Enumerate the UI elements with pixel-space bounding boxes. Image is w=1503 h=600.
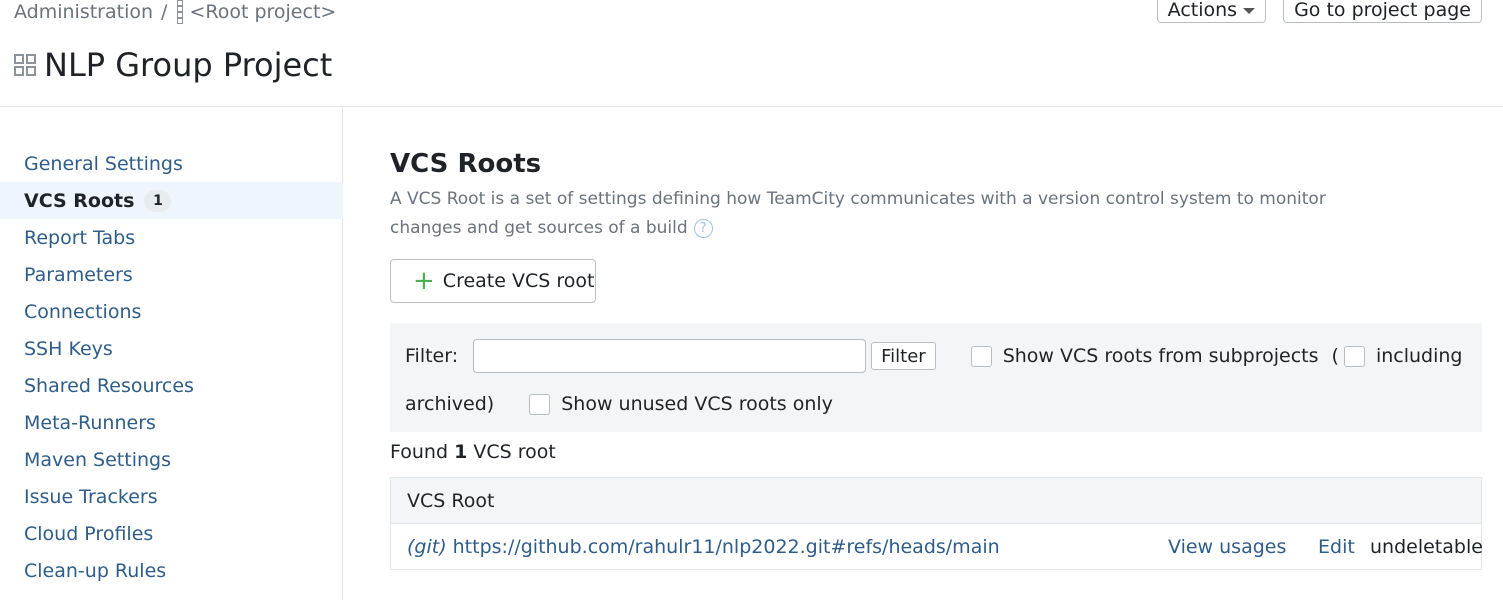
sidebar-item-label: Cloud Profiles <box>24 522 154 545</box>
filter-input[interactable] <box>473 339 867 373</box>
sidebar-item-label: Issue Trackers <box>24 485 158 508</box>
open-paren: ( <box>1331 345 1339 367</box>
unused-only-checkbox[interactable] <box>529 393 551 415</box>
found-suffix: VCS root <box>473 441 556 463</box>
sidebar: General Settings VCS Roots 1 Report Tabs… <box>0 107 343 600</box>
sidebar-item-label: Clean-up Rules <box>24 559 167 582</box>
page-title: NLP Group Project <box>14 46 332 84</box>
found-prefix: Found <box>390 441 449 463</box>
sidebar-item-label: Parameters <box>24 263 133 286</box>
view-usages-link[interactable]: View usages <box>1168 524 1286 569</box>
sidebar-item-cloud-profiles[interactable]: Cloud Profiles <box>0 515 343 552</box>
show-subprojects-label: Show VCS roots from subprojects <box>1002 345 1319 367</box>
project-grid-icon <box>14 54 36 76</box>
header-actions: Actions Go to project page <box>1156 0 1482 23</box>
sidebar-item-connections[interactable]: Connections <box>0 293 343 330</box>
breadcrumb-root-project[interactable]: <Root project> <box>189 1 336 23</box>
sidebar-item-label: Meta-Runners <box>24 411 156 434</box>
undeletable-status: undeletable <box>1370 535 1483 558</box>
help-icon[interactable]: ? <box>693 218 713 238</box>
sidebar-item-ssh-keys[interactable]: SSH Keys <box>0 330 343 367</box>
sidebar-item-label: Maven Settings <box>24 448 171 471</box>
archived-label: archived) <box>405 393 495 415</box>
vcs-root-cell: (git) https://github.com/rahulr11/nlp202… <box>407 524 1000 569</box>
filter-row-2: archived) Show unused VCS roots only <box>405 387 833 421</box>
filter-button[interactable]: Filter <box>871 342 936 370</box>
unused-only-label: Show unused VCS roots only <box>561 393 833 415</box>
including-archived-checkbox[interactable] <box>1343 345 1365 367</box>
vcs-roots-table: VCS Root (git) https://github.com/rahulr… <box>390 477 1483 570</box>
sidebar-item-label: Connections <box>24 300 142 323</box>
found-number: 1 <box>454 441 468 463</box>
sidebar-item-meta-runners[interactable]: Meta-Runners <box>0 404 343 441</box>
sidebar-item-clean-up-rules[interactable]: Clean-up Rules <box>0 552 343 589</box>
table-header: VCS Root <box>391 478 1481 524</box>
filter-panel: Filter: Filter Show VCS roots from subpr… <box>390 323 1482 432</box>
description-text: A VCS Root is a set of settings defining… <box>390 189 1326 238</box>
sidebar-item-label: Shared Resources <box>24 374 194 397</box>
go-to-project-page-button[interactable]: Go to project page <box>1283 0 1482 23</box>
create-vcs-root-label: Create VCS root <box>442 270 595 292</box>
sidebar-item-parameters[interactable]: Parameters <box>0 256 343 293</box>
project-grid-icon <box>177 0 184 24</box>
sidebar-item-report-tabs[interactable]: Report Tabs <box>0 219 343 256</box>
filter-label: Filter: <box>405 345 459 367</box>
section-description: A VCS Root is a set of settings defining… <box>390 185 1370 243</box>
sidebar-item-maven-settings[interactable]: Maven Settings <box>0 441 343 478</box>
section-title: VCS Roots <box>390 149 542 179</box>
sidebar-item-shared-resources[interactable]: Shared Resources <box>0 367 343 404</box>
count-badge: 1 <box>144 189 172 212</box>
actions-dropdown[interactable]: Actions <box>1156 0 1267 23</box>
filter-row: Filter: Filter Show VCS roots from subpr… <box>405 339 1462 373</box>
show-subprojects-checkbox[interactable] <box>970 345 992 367</box>
vcs-type-label: (git) <box>407 535 447 558</box>
table-row: (git) https://github.com/rahulr11/nlp202… <box>391 524 1483 569</box>
plus-icon: + <box>413 266 435 296</box>
sidebar-item-label: VCS Roots <box>24 189 135 212</box>
column-header-vcs-root: VCS Root <box>407 489 495 512</box>
sidebar-item-label: SSH Keys <box>24 337 113 360</box>
breadcrumb-administration[interactable]: Administration <box>14 1 153 23</box>
sidebar-item-issue-trackers[interactable]: Issue Trackers <box>0 478 343 515</box>
breadcrumb-separator: / <box>161 1 168 23</box>
found-count: Found 1 VCS root <box>390 441 556 463</box>
sidebar-item-label: General Settings <box>24 152 183 175</box>
including-label: including <box>1375 345 1463 367</box>
sidebar-item-general-settings[interactable]: General Settings <box>0 145 343 182</box>
create-vcs-root-button[interactable]: + Create VCS root <box>390 259 596 303</box>
breadcrumb: Administration / <Root project> <box>14 0 336 24</box>
page-title-text: NLP Group Project <box>44 46 333 84</box>
chevron-down-icon <box>1243 7 1256 14</box>
actions-label: Actions <box>1167 0 1238 21</box>
sidebar-item-vcs-roots[interactable]: VCS Roots 1 <box>0 182 343 219</box>
edit-link[interactable]: Edit <box>1318 524 1355 569</box>
vcs-root-link[interactable]: https://github.com/rahulr11/nlp2022.git#… <box>453 536 1000 558</box>
sidebar-item-label: Report Tabs <box>24 226 136 249</box>
